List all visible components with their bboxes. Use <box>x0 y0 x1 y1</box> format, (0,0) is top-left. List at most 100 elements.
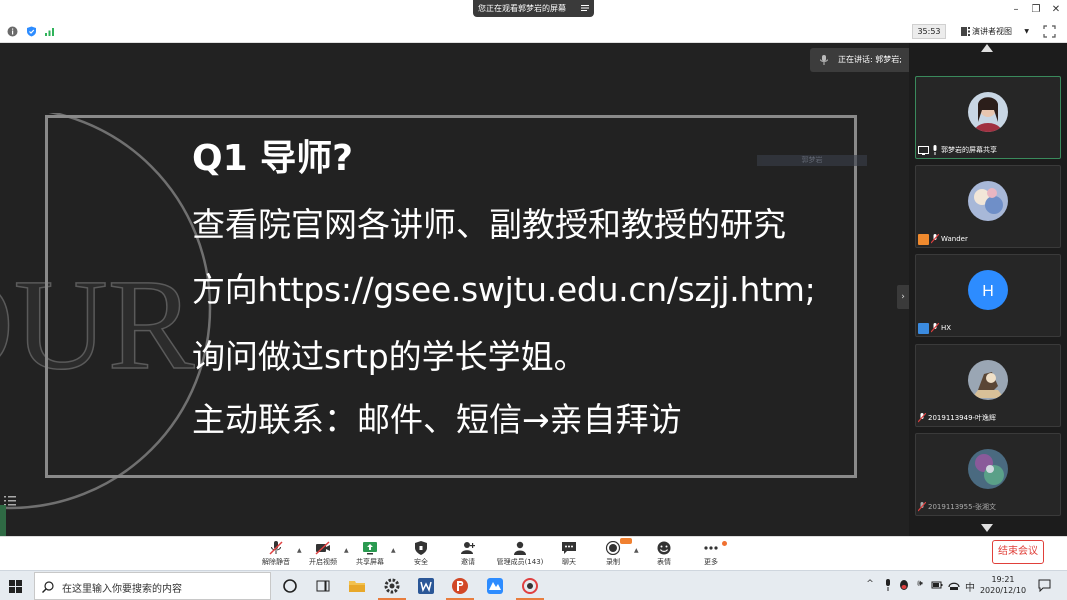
restore-button[interactable]: ❐ <box>1030 4 1042 16</box>
screen-share-notice[interactable]: 您正在观看郭梦岩的屏幕 <box>473 0 594 17</box>
search-placeholder: 在这里输入你要搜索的内容 <box>62 584 182 595</box>
participant-name: HX <box>941 324 952 332</box>
avatar <box>968 181 1008 221</box>
unmute-label: 解除静音 <box>262 558 290 566</box>
mic-muted-icon <box>269 541 283 555</box>
avatar <box>968 449 1008 489</box>
zoom-meeting-icon[interactable] <box>486 577 504 595</box>
record-new-badge-icon <box>620 538 632 544</box>
reactions-label: 表情 <box>657 558 671 566</box>
clock-time: 19:21 <box>991 575 1015 584</box>
mic-muted-icon <box>918 413 926 423</box>
shared-screen-area: OUR Q1 导师? 查看院官网各讲师、副教授和教授的研究 方向https://… <box>0 43 909 536</box>
file-explorer-icon[interactable] <box>348 577 366 595</box>
battery-icon[interactable] <box>931 579 943 591</box>
task-view-icon[interactable] <box>314 577 332 595</box>
close-button[interactable]: ✕ <box>1050 4 1062 16</box>
gallery-scroll-up-icon[interactable] <box>981 44 993 52</box>
record-options-caret-icon[interactable]: ▲ <box>634 547 639 554</box>
avatar <box>968 92 1008 132</box>
word-icon[interactable] <box>417 577 435 595</box>
participant-name: 郭梦岩的屏幕共享 <box>941 146 997 154</box>
settings-gear-icon[interactable] <box>383 577 401 595</box>
more-button[interactable]: 更多 <box>689 541 733 569</box>
meeting-toolbar: 解除静音 ▲ 开启视频 ▲ 共享屏幕 ▲ 安全 邀请 管理成员(143) 聊天 <box>0 536 1067 570</box>
share-screen-button[interactable]: 共享屏幕 <box>348 541 392 569</box>
collapse-gallery-button[interactable]: › <box>897 285 909 309</box>
start-video-button[interactable]: 开启视频 <box>301 541 345 569</box>
end-meeting-button[interactable]: 结束会议 <box>992 540 1044 564</box>
share-screen-label: 共享屏幕 <box>356 558 384 566</box>
mic-muted-icon <box>918 502 926 512</box>
system-clock[interactable]: 19:21 2020/12/10 <box>977 574 1029 596</box>
video-tile[interactable]: 2019113949-叶逸辉 <box>915 344 1061 427</box>
security-label: 安全 <box>414 558 428 566</box>
invite-label: 邀请 <box>461 558 475 566</box>
fullscreen-icon[interactable] <box>1043 25 1056 38</box>
record-label: 录制 <box>606 558 620 566</box>
notification-center-icon[interactable] <box>1038 579 1051 592</box>
chat-label: 聊天 <box>562 558 576 566</box>
meeting-timer: 35:53 <box>912 24 946 39</box>
unmute-button[interactable]: 解除静音 <box>254 541 298 569</box>
minimize-button[interactable]: – <box>1010 4 1022 16</box>
mic-muted-icon <box>931 323 939 333</box>
ime-indicator[interactable]: 中 <box>964 579 976 594</box>
search-icon <box>42 581 54 593</box>
video-tile[interactable]: Wander <box>915 165 1061 248</box>
invite-button[interactable]: 邀请 <box>446 541 490 569</box>
start-video-label: 开启视频 <box>309 558 337 566</box>
recording-app-icon[interactable] <box>521 577 539 595</box>
share-notice-text: 您正在观看郭梦岩的屏幕 <box>478 4 566 13</box>
left-edge-handle[interactable] <box>0 505 6 536</box>
video-tile[interactable]: 郭梦岩的屏幕共享 <box>915 76 1061 159</box>
participant-name: 2019113955-张湘文 <box>928 503 997 511</box>
share-options-caret-icon[interactable]: ▲ <box>391 547 396 554</box>
cortana-icon[interactable] <box>281 577 299 595</box>
tray-expand-icon[interactable]: ^ <box>864 579 876 591</box>
reactions-button[interactable]: 表情 <box>642 541 686 569</box>
more-label: 更多 <box>704 558 718 566</box>
slide-line-2: 方向https://gsee.swjtu.edu.cn/szjj.htm; <box>192 270 816 309</box>
participants-label: 管理成员(143) <box>496 558 544 566</box>
screen-share-icon <box>918 145 929 155</box>
network-icon[interactable] <box>948 579 960 591</box>
powerpoint-icon[interactable] <box>451 577 469 595</box>
share-screen-icon <box>363 542 377 555</box>
avatar <box>968 360 1008 400</box>
microphone-tray-icon[interactable] <box>882 579 894 591</box>
slide-line-3: 询问做过srtp的学长学姐。 <box>192 337 587 376</box>
info-icon[interactable] <box>7 26 18 37</box>
chat-button[interactable]: 聊天 <box>547 541 591 569</box>
gallery-scroll-down-icon[interactable] <box>981 524 993 532</box>
security-button[interactable]: 安全 <box>399 541 443 569</box>
speaker-mic-icon <box>820 55 828 65</box>
chat-icon <box>562 542 576 554</box>
slide-line-4: 主动联系：邮件、短信→亲自拜访 <box>192 400 682 439</box>
participants-icon <box>514 541 526 555</box>
qq-tray-icon[interactable] <box>898 579 910 591</box>
mic-icon <box>933 145 937 155</box>
participant-name: Wander <box>941 235 968 243</box>
video-tile[interactable]: H HX <box>915 254 1061 337</box>
shield-icon[interactable] <box>26 26 37 37</box>
speaking-label: 正在讲话: 郭梦岩; <box>838 55 902 64</box>
slide-line-1: 查看院官网各讲师、副教授和教授的研究 <box>192 205 786 244</box>
host-badge-icon <box>918 233 929 245</box>
meeting-info-bar: 35:53 演讲者视图 ▼ <box>0 21 1067 43</box>
chevron-down-icon: ▼ <box>1024 28 1029 35</box>
avatar: H <box>968 270 1008 310</box>
view-mode-button[interactable]: 演讲者视图 ▼ <box>958 24 1032 39</box>
title-bar: 您正在观看郭梦岩的屏幕 – ❐ ✕ <box>0 0 1067 21</box>
manage-participants-button[interactable]: 管理成员(143) <box>494 541 546 569</box>
video-tile[interactable]: 2019113955-张湘文 <box>915 433 1061 516</box>
signal-strength-icon[interactable] <box>44 26 55 37</box>
record-button[interactable]: 录制 <box>591 541 635 569</box>
windows-start-icon[interactable] <box>9 580 22 593</box>
taskbar-search-input[interactable]: 在这里输入你要搜索的内容 <box>34 572 271 600</box>
view-mode-label: 演讲者视图 <box>972 27 1012 36</box>
mic-muted-icon <box>931 234 939 244</box>
tile-name-row: 2019113949-叶逸辉 <box>918 412 996 424</box>
share-menu-icon[interactable] <box>581 4 589 12</box>
volume-icon[interactable]: 🕪 <box>914 579 926 591</box>
